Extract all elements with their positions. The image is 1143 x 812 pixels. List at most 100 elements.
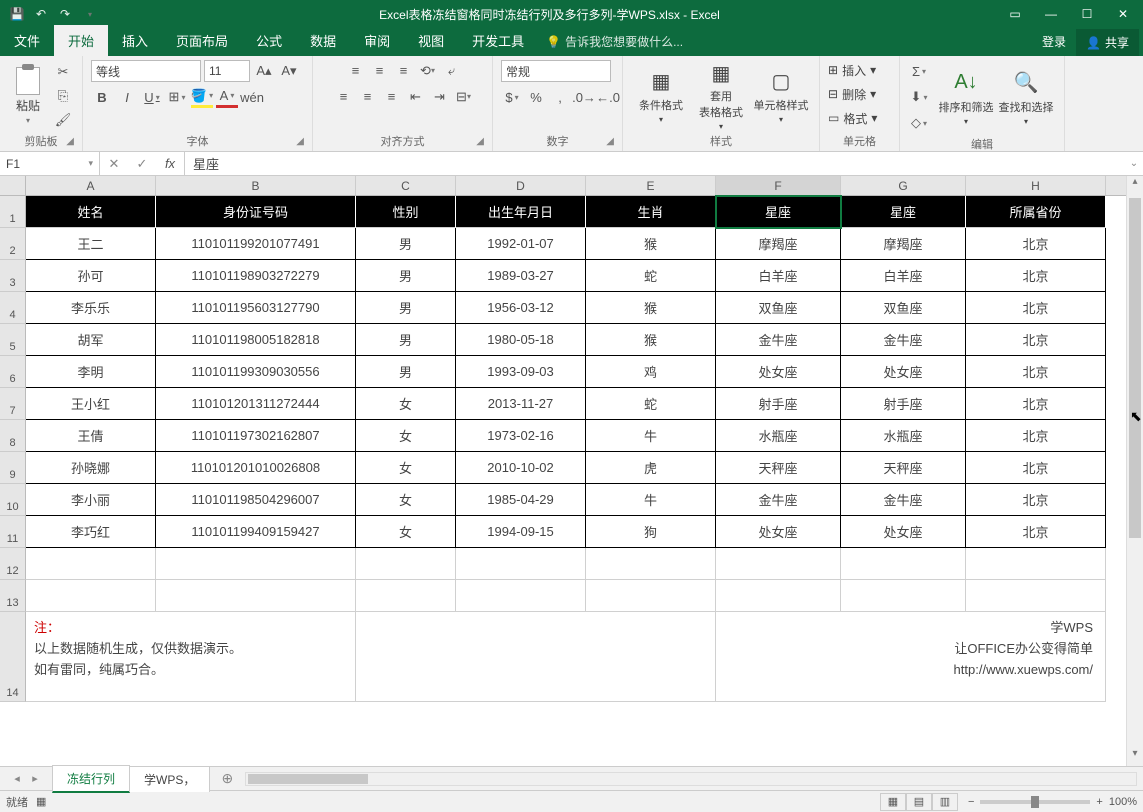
cell[interactable]: [456, 580, 586, 612]
cell[interactable]: 1994-09-15: [456, 516, 586, 548]
cell[interactable]: 猴: [586, 228, 716, 260]
cell[interactable]: 摩羯座: [841, 228, 966, 260]
comma-icon[interactable]: ,: [549, 86, 571, 108]
cell[interactable]: 星座: [716, 196, 841, 228]
italic-button[interactable]: I: [116, 86, 138, 108]
tab-layout[interactable]: 页面布局: [162, 25, 242, 56]
cell[interactable]: [716, 548, 841, 580]
cell[interactable]: 1992-01-07: [456, 228, 586, 260]
cell[interactable]: 牛: [586, 484, 716, 516]
cell[interactable]: 生肖: [586, 196, 716, 228]
align-middle-icon[interactable]: ≡: [368, 60, 390, 82]
row-header[interactable]: 6: [0, 356, 26, 388]
zoom-control[interactable]: − + 100%: [968, 796, 1137, 808]
cell[interactable]: 北京: [966, 356, 1106, 388]
redo-icon[interactable]: ↷: [56, 5, 74, 23]
clear-icon[interactable]: ◇: [908, 112, 930, 134]
signin-button[interactable]: 登录: [1032, 27, 1076, 56]
cell[interactable]: 110101198504296007: [156, 484, 356, 516]
col-header[interactable]: D: [456, 176, 586, 195]
phonetic-icon[interactable]: wén: [241, 86, 263, 108]
cell[interactable]: 天秤座: [716, 452, 841, 484]
zoom-out-icon[interactable]: −: [968, 796, 974, 808]
decrease-indent-icon[interactable]: ⇤: [404, 86, 426, 108]
cell[interactable]: 1980-05-18: [456, 324, 586, 356]
cell[interactable]: [966, 548, 1106, 580]
orientation-icon[interactable]: ⟲: [416, 60, 438, 82]
underline-button[interactable]: U: [141, 86, 163, 108]
fx-icon[interactable]: fx: [156, 156, 184, 171]
new-sheet-icon[interactable]: ⊕: [215, 770, 239, 787]
cell[interactable]: 王二: [26, 228, 156, 260]
row-header[interactable]: 13: [0, 580, 26, 612]
col-header[interactable]: H: [966, 176, 1106, 195]
ribbon-options-icon[interactable]: ▭: [1001, 4, 1029, 24]
cell[interactable]: 水瓶座: [841, 420, 966, 452]
note-cell[interactable]: 注：以上数据随机生成，仅供数据演示。如有雷同，纯属巧合。: [26, 612, 356, 702]
cell[interactable]: [586, 580, 716, 612]
cell[interactable]: 男: [356, 260, 456, 292]
cell[interactable]: 北京: [966, 388, 1106, 420]
cell[interactable]: 1989-03-27: [456, 260, 586, 292]
col-header[interactable]: B: [156, 176, 356, 195]
cell[interactable]: 性别: [356, 196, 456, 228]
row-header[interactable]: 9: [0, 452, 26, 484]
row-header[interactable]: 5: [0, 324, 26, 356]
conditional-format-button[interactable]: ▦条件格式▾: [631, 64, 691, 128]
merge-button[interactable]: ⊟: [452, 86, 474, 108]
cancel-icon[interactable]: ✕: [100, 156, 128, 172]
tab-view[interactable]: 视图: [404, 25, 458, 56]
increase-font-icon[interactable]: A▴: [253, 60, 275, 82]
col-header[interactable]: E: [586, 176, 716, 195]
format-button[interactable]: ▭格式 ▾: [828, 108, 877, 128]
horizontal-scrollbar[interactable]: [245, 772, 1137, 786]
cell[interactable]: [841, 580, 966, 612]
cell[interactable]: 北京: [966, 228, 1106, 260]
wrap-text-icon[interactable]: ⤶: [440, 60, 462, 82]
cell[interactable]: 110101199309030556: [156, 356, 356, 388]
cell[interactable]: 姓名: [26, 196, 156, 228]
cell[interactable]: 男: [356, 228, 456, 260]
cell[interactable]: [716, 580, 841, 612]
font-size-combo[interactable]: 11: [204, 60, 250, 82]
cell[interactable]: [356, 612, 716, 702]
cell[interactable]: 白羊座: [841, 260, 966, 292]
select-all-corner[interactable]: [0, 176, 26, 195]
format-as-table-button[interactable]: ▦套用 表格格式▾: [691, 64, 751, 128]
cell[interactable]: 110101198005182818: [156, 324, 356, 356]
sheet-nav-last-icon[interactable]: ▸: [26, 772, 44, 785]
cell[interactable]: 天秤座: [841, 452, 966, 484]
tab-developer[interactable]: 开发工具: [458, 25, 538, 56]
cell[interactable]: [356, 580, 456, 612]
cell[interactable]: 女: [356, 420, 456, 452]
minimize-icon[interactable]: —: [1037, 4, 1065, 24]
scroll-thumb[interactable]: [1129, 198, 1141, 538]
cell[interactable]: 男: [356, 356, 456, 388]
tell-me[interactable]: 💡 告诉我您想要做什么...: [546, 33, 683, 56]
macro-record-icon[interactable]: ▦: [36, 795, 46, 808]
col-header[interactable]: C: [356, 176, 456, 195]
cell[interactable]: 狗: [586, 516, 716, 548]
cell[interactable]: 北京: [966, 484, 1106, 516]
zoom-in-icon[interactable]: +: [1096, 796, 1102, 808]
cell[interactable]: 1985-04-29: [456, 484, 586, 516]
autosum-icon[interactable]: Σ: [908, 60, 930, 82]
cell[interactable]: 所属省份: [966, 196, 1106, 228]
cell[interactable]: 110101198903272279: [156, 260, 356, 292]
cell[interactable]: 李乐乐: [26, 292, 156, 324]
scroll-down-icon[interactable]: ▾: [1127, 748, 1143, 766]
cell[interactable]: 女: [356, 452, 456, 484]
cell[interactable]: 星座: [841, 196, 966, 228]
cell[interactable]: 李小丽: [26, 484, 156, 516]
cell[interactable]: 射手座: [841, 388, 966, 420]
vertical-scrollbar[interactable]: ▴ ▾: [1126, 176, 1143, 766]
row-header[interactable]: 10: [0, 484, 26, 516]
row-header[interactable]: 3: [0, 260, 26, 292]
tab-home[interactable]: 开始: [54, 25, 108, 56]
tab-formulas[interactable]: 公式: [242, 25, 296, 56]
cell[interactable]: [156, 548, 356, 580]
col-header[interactable]: G: [841, 176, 966, 195]
cell[interactable]: 110101201010026808: [156, 452, 356, 484]
launcher-icon[interactable]: ◢: [296, 136, 304, 147]
cell[interactable]: 北京: [966, 516, 1106, 548]
